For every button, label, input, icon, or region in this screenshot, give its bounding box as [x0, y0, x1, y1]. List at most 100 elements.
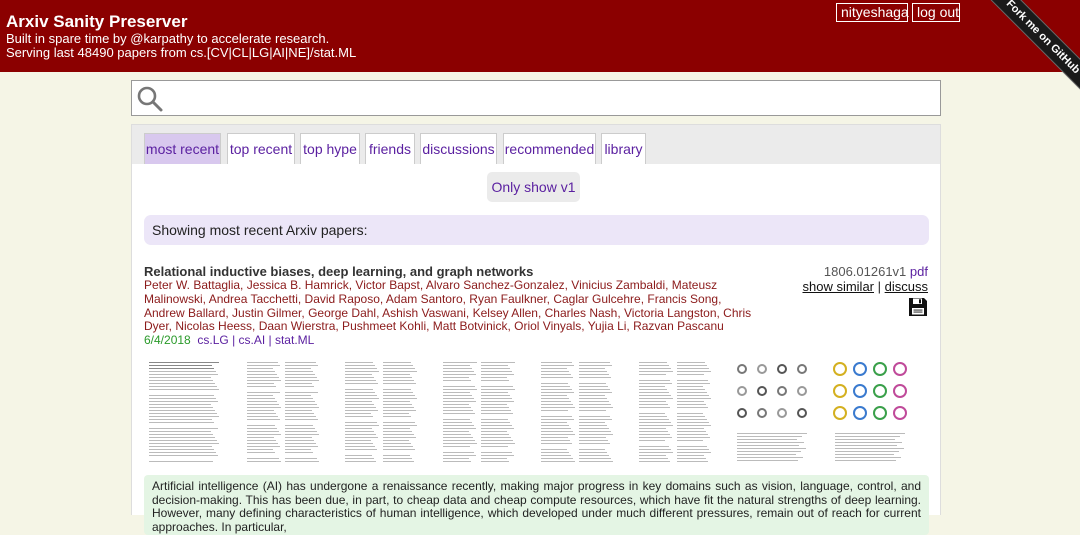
thumbnail-text-line — [443, 422, 472, 423]
thumbnail-text-line — [247, 392, 280, 393]
thumbnail-text-line — [677, 419, 707, 420]
thumbnail-text-line — [247, 404, 279, 405]
show-similar-link[interactable]: show similar — [802, 279, 874, 294]
search-input[interactable] — [168, 83, 936, 115]
thumbnail-text-line — [677, 374, 704, 375]
thumbnail-text-line — [579, 401, 609, 402]
paper-thumbnail[interactable] — [144, 357, 224, 465]
thumbnail-text-line — [677, 368, 709, 369]
thumbnail-text-line — [541, 401, 571, 402]
search-box[interactable] — [131, 80, 941, 116]
thumbnail-text-line — [149, 437, 215, 438]
thumbnail-text-line — [541, 365, 574, 366]
logout-button[interactable]: log out — [912, 3, 960, 22]
paper-authors[interactable]: Peter W. Battaglia, Jessica B. Hamrick, … — [144, 278, 756, 334]
thumbnail-text-line — [835, 457, 901, 458]
thumbnail-text-line — [285, 380, 319, 381]
floppy-disk-icon[interactable] — [908, 297, 928, 317]
thumbnail-text-line — [247, 365, 280, 366]
thumbnail-text-line — [481, 419, 508, 420]
tab-friends[interactable]: friends — [365, 133, 415, 164]
thumbnail-text-line — [579, 449, 605, 450]
username-button[interactable]: nityeshaga — [836, 3, 909, 22]
thumbnail-text-line — [285, 398, 313, 399]
paper-title[interactable]: Relational inductive biases, deep learni… — [144, 264, 533, 279]
thumbnail-text-line — [383, 440, 409, 441]
thumbnail-text-line — [481, 404, 507, 405]
thumbnail-text-line — [247, 395, 273, 396]
paper-thumbnail[interactable] — [732, 357, 812, 465]
thumbnail-text-line — [639, 416, 667, 417]
paper-thumbnail[interactable] — [830, 357, 910, 465]
thumbnail-text-line — [285, 446, 318, 447]
thumbnail-text-line — [639, 386, 665, 387]
thumbnail-figure-node — [737, 386, 747, 396]
thumbnail-text-line — [639, 446, 669, 447]
pdf-link[interactable]: pdf — [910, 264, 928, 279]
paper-thumbnails[interactable] — [144, 357, 929, 467]
thumbnail-text-line — [443, 368, 472, 369]
thumbnail-text-line — [285, 374, 315, 375]
thumbnail-text-line — [345, 395, 377, 396]
thumbnail-text-line — [247, 398, 275, 399]
thumbnail-figure — [833, 362, 907, 461]
discuss-link[interactable]: discuss — [885, 279, 928, 294]
thumbnail-text-line — [579, 383, 606, 384]
thumbnail-text-line — [443, 365, 470, 366]
site-title[interactable]: Arxiv Sanity Preserver — [6, 12, 187, 32]
thumbnail-text-line — [541, 449, 567, 450]
thumbnail-text-line — [481, 380, 509, 381]
thumbnail-text-line — [677, 392, 707, 393]
tab-most-recent[interactable]: most recent — [144, 133, 221, 164]
thumbnail-text-line — [639, 461, 670, 462]
tab-library[interactable]: library — [601, 133, 646, 164]
thumbnail-figure — [737, 364, 807, 461]
thumbnail-text-line — [677, 371, 711, 372]
thumbnail-text-line — [247, 443, 278, 444]
thumbnail-text-line — [149, 410, 215, 411]
paper-thumbnail[interactable] — [438, 357, 518, 465]
thumbnail-text-line — [345, 416, 373, 417]
thumbnail-text-line — [345, 401, 372, 402]
thumbnail-figure-node — [757, 364, 767, 374]
thumbnail-text-line — [677, 452, 711, 453]
paper-thumbnail[interactable] — [536, 357, 616, 465]
tab-discussions[interactable]: discussions — [420, 133, 497, 164]
thumbnail-text-line — [579, 392, 612, 393]
thumbnail-text-line — [149, 371, 216, 372]
tab-recommended[interactable]: recommended — [503, 133, 596, 164]
thumbnail-text-line — [835, 433, 905, 434]
thumbnail-text-line — [481, 392, 508, 393]
thumbnail-text-line — [541, 437, 568, 438]
thumbnail-text-line — [149, 455, 218, 456]
paper-thumbnail[interactable] — [242, 357, 322, 465]
thumbnail-text-line — [345, 449, 377, 450]
thumbnail-text-line — [579, 365, 612, 366]
thumbnail-text-line — [285, 371, 313, 372]
tab-top-recent[interactable]: top recent — [227, 133, 295, 164]
thumbnail-text-line — [481, 461, 509, 462]
thumbnail-text-line — [383, 431, 412, 432]
tab-top-hype[interactable]: top hype — [300, 133, 360, 164]
thumbnail-text-line — [639, 383, 672, 384]
thumbnail-text-line — [345, 422, 377, 423]
thumbnail-text-line — [149, 377, 211, 378]
paper-thumbnail[interactable] — [634, 357, 714, 465]
thumbnail-text-line — [639, 413, 665, 414]
thumbnail-text-line — [481, 440, 513, 441]
only-show-v1-button[interactable]: Only show v1 — [487, 172, 580, 202]
thumbnail-text-line — [443, 371, 474, 372]
paper-thumbnail[interactable] — [340, 357, 420, 465]
thumbnail-text-line — [383, 407, 414, 408]
thumbnail-text-line — [481, 374, 514, 375]
thumbnail-text-line — [285, 386, 314, 387]
github-ribbon[interactable]: Fork me on GitHub — [970, 0, 1080, 110]
thumbnail-text-line — [285, 395, 311, 396]
thumbnail-text-line — [639, 437, 672, 438]
github-ribbon-label[interactable]: Fork me on GitHub — [982, 0, 1080, 98]
thumbnail-text-line — [443, 413, 475, 414]
thumbnail-text-line — [443, 437, 473, 438]
thumbnail-text-line — [443, 392, 470, 393]
thumbnail-text-line — [677, 458, 706, 459]
thumbnail-text-line — [541, 428, 571, 429]
